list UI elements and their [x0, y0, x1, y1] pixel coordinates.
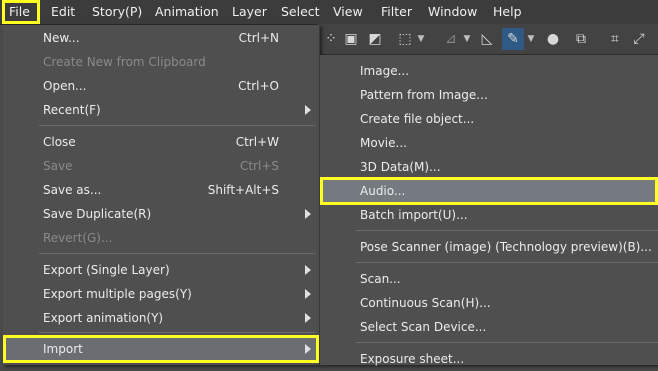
fit-icon[interactable]: ⤢ [628, 28, 650, 50]
menu-edit[interactable]: Edit [43, 0, 83, 24]
menu-item-label: Export (Single Layer) [43, 263, 170, 277]
menu-item-label: Scan... [360, 272, 401, 286]
chevron-down-icon[interactable]: ▼ [526, 28, 536, 50]
menu-item-export-multiple-pages[interactable]: Export multiple pages(Y) [3, 282, 319, 306]
selection-grid-icon[interactable]: ⬚ [394, 28, 416, 50]
menu-item-save-as[interactable]: Save as... Shift+Alt+S [3, 178, 319, 202]
menu-item-recent[interactable]: Recent(F) [3, 98, 319, 122]
menu-item-save: Save Ctrl+S [3, 154, 319, 178]
toolbar: ⁘ ▣ ◩ ⬚ ▼ ⊿ ▼ ◺ ✎ ▼ ● ⧉ ⌗ ⤢ [318, 24, 658, 55]
menu-separator [39, 253, 315, 254]
menu-item-label: Batch import(U)... [360, 208, 468, 222]
submenu-arrow-icon [305, 209, 311, 219]
scatter-dots-icon[interactable]: ⁘ [320, 28, 342, 50]
menu-separator [356, 342, 658, 343]
menu-item-pattern-from-image[interactable]: Pattern from Image... [320, 83, 658, 107]
menu-separator [356, 230, 658, 231]
menu-item-label: New... [43, 31, 80, 45]
transform-icon[interactable]: ⧉ [570, 28, 592, 50]
menu-item-label: Movie... [360, 136, 407, 150]
menu-separator [39, 125, 315, 126]
submenu-arrow-icon [305, 344, 311, 354]
menu-item-label: Audio... [360, 184, 406, 198]
menu-item-import-audio[interactable]: Audio... [320, 177, 658, 205]
submenu-arrow-icon [305, 289, 311, 299]
menu-item-batch-import[interactable]: Batch import(U)... [320, 203, 658, 227]
menu-item-export-single-layer[interactable]: Export (Single Layer) [3, 258, 319, 282]
menu-item-label: Open... [43, 79, 87, 93]
menu-window[interactable]: Window [420, 0, 485, 24]
shortcut-label: Ctrl+O [238, 79, 279, 93]
menu-item-label: Pose Scanner (image) (Technology preview… [360, 240, 652, 254]
submenu-arrow-icon [305, 105, 311, 115]
menu-bar: File Edit Story(P) Animation Layer Selec… [0, 0, 658, 25]
menu-item-3d-data[interactable]: 3D Data(M)... [320, 155, 658, 179]
shortcut-label: Ctrl+S [239, 159, 279, 173]
menu-separator [356, 262, 658, 263]
triangle-ruler-icon[interactable]: ◺ [476, 28, 498, 50]
menu-item-label: Pattern from Image... [360, 88, 488, 102]
crop-icon[interactable]: ⌗ [604, 28, 626, 50]
menu-item-label: Revert(G)... [43, 231, 113, 245]
menu-item-label: Import [43, 342, 83, 356]
menu-item-label: Export animation(Y) [43, 311, 164, 325]
menu-select[interactable]: Select [273, 0, 328, 24]
menu-item-select-scan-device[interactable]: Select Scan Device... [320, 315, 658, 339]
pen-icon[interactable]: ✎ [502, 28, 524, 50]
menu-item-exposure-sheet[interactable]: Exposure sheet... [320, 347, 658, 371]
menu-item-label: Select Scan Device... [360, 320, 487, 334]
shortcut-label: Ctrl+N [238, 31, 279, 45]
menu-item-label: Save [43, 159, 73, 173]
menu-story[interactable]: Story(P) [84, 0, 150, 24]
menu-filter[interactable]: Filter [373, 0, 420, 24]
menu-item-create-file-object[interactable]: Create file object... [320, 107, 658, 131]
menu-item-label: Exposure sheet... [360, 352, 465, 366]
menu-item-export-animation[interactable]: Export animation(Y) [3, 306, 319, 330]
menu-item-label: Export multiple pages(Y) [43, 287, 192, 301]
menu-item-open[interactable]: Open... Ctrl+O [3, 74, 319, 98]
menu-item-import-image[interactable]: Image... [320, 59, 658, 83]
menu-item-label: Recent(F) [43, 103, 101, 117]
menu-item-import-movie[interactable]: Movie... [320, 131, 658, 155]
menu-item-import[interactable]: Import [3, 335, 319, 363]
menu-item-label: Image... [360, 64, 410, 78]
menu-item-label: Save as... [43, 183, 102, 197]
menu-item-label: 3D Data(M)... [360, 160, 441, 174]
menu-view[interactable]: View [325, 0, 371, 24]
menu-item-label: Create file object... [360, 112, 475, 126]
figure-icon[interactable]: ▣ [340, 28, 362, 50]
bucket-icon[interactable]: ◩ [364, 28, 386, 50]
menu-item-continuous-scan[interactable]: Continuous Scan(H)... [320, 291, 658, 315]
menu-item-create-from-clipboard: Create New from Clipboard [3, 50, 319, 74]
shortcut-label: Shift+Alt+S [207, 183, 279, 197]
menu-item-label: Close [43, 135, 76, 149]
menu-item-revert: Revert(G)... [3, 226, 319, 250]
menu-animation[interactable]: Animation [147, 0, 227, 24]
menu-file[interactable]: File [2, 0, 40, 24]
menu-item-close[interactable]: Close Ctrl+W [3, 130, 319, 154]
menu-item-new[interactable]: New... Ctrl+N [3, 26, 319, 50]
file-menu: New... Ctrl+N Create New from Clipboard … [3, 25, 320, 365]
submenu-arrow-icon [305, 265, 311, 275]
menu-layer[interactable]: Layer [224, 0, 275, 24]
menu-item-label: Continuous Scan(H)... [360, 296, 491, 310]
menu-item-save-duplicate[interactable]: Save Duplicate(R) [3, 202, 319, 226]
menu-separator [39, 332, 315, 333]
menu-item-label: Save Duplicate(R) [43, 207, 152, 221]
dot-icon[interactable]: ● [542, 28, 564, 50]
submenu-arrow-icon [305, 313, 311, 323]
menu-item-label: Create New from Clipboard [43, 55, 206, 69]
menu-item-scan[interactable]: Scan... [320, 267, 658, 291]
import-submenu: Image... Pattern from Image... Create fi… [320, 55, 658, 366]
shortcut-label: Ctrl+W [235, 135, 279, 149]
chevron-down-icon[interactable]: ▼ [462, 28, 472, 50]
ruler-icon[interactable]: ⊿ [440, 28, 462, 50]
chevron-down-icon[interactable]: ▼ [416, 28, 426, 50]
menu-help[interactable]: Help [485, 0, 530, 24]
menu-item-pose-scanner[interactable]: Pose Scanner (image) (Technology preview… [320, 235, 658, 259]
